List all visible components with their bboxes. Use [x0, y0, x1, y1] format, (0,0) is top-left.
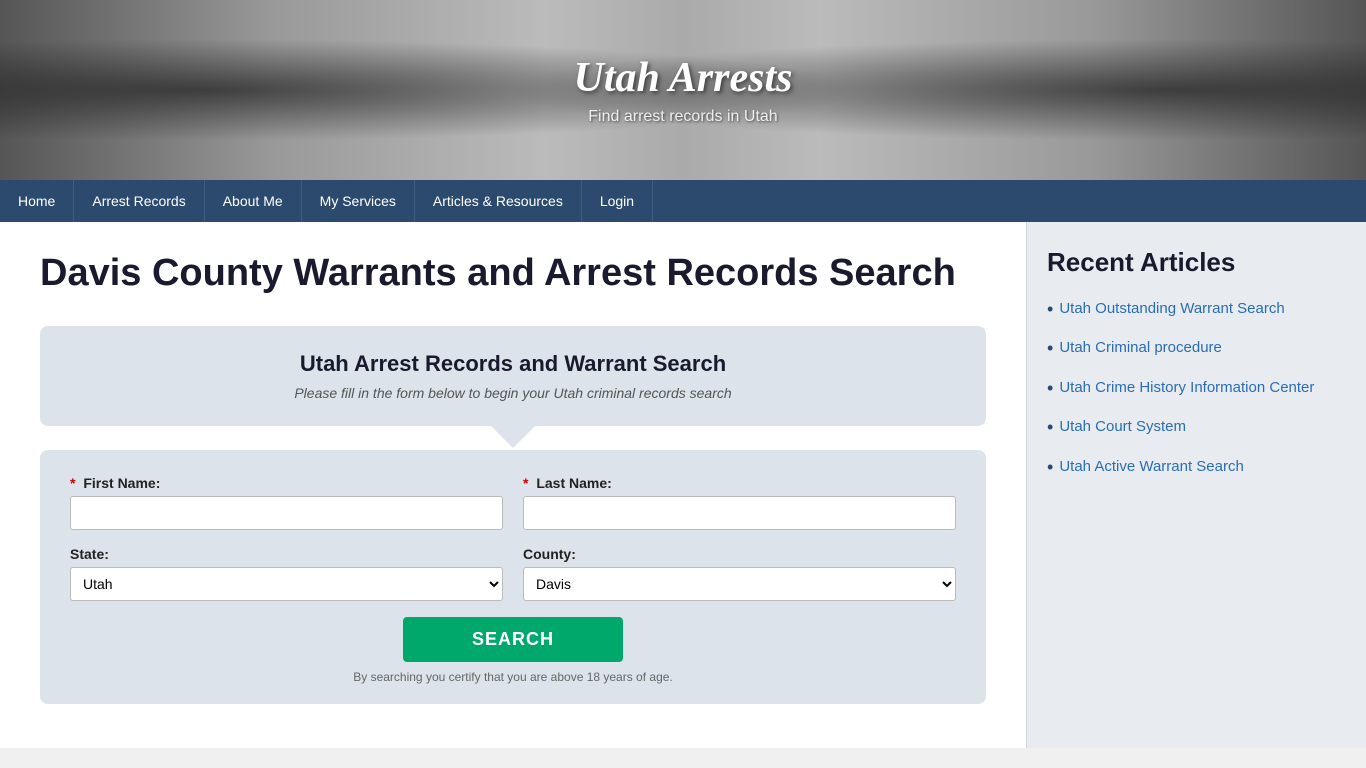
sidebar-link-active-warrant[interactable]: Utah Active Warrant Search: [1059, 456, 1244, 477]
first-name-group: * First Name:: [70, 475, 503, 530]
search-form-area: * First Name: * Last Name: State:: [40, 450, 986, 704]
search-box-subtitle: Please fill in the form below to begin y…: [70, 385, 956, 401]
list-item: • Utah Outstanding Warrant Search: [1047, 298, 1346, 321]
nav-item-articles-resources[interactable]: Articles & Resources: [415, 180, 582, 222]
required-star-first: *: [70, 475, 75, 491]
search-box-title: Utah Arrest Records and Warrant Search: [70, 351, 956, 377]
state-label: State:: [70, 546, 503, 562]
search-button[interactable]: SEARCH: [403, 617, 623, 662]
location-row: State: Utah Alabama Alaska Arizona Count…: [70, 546, 956, 601]
sidebar-link-criminal-procedure[interactable]: Utah Criminal procedure: [1059, 337, 1222, 358]
main-content: Davis County Warrants and Arrest Records…: [0, 222, 1026, 748]
bullet-icon: •: [1047, 456, 1053, 479]
nav-item-my-services[interactable]: My Services: [302, 180, 415, 222]
county-group: County: Davis Salt Lake Utah Weber: [523, 546, 956, 601]
list-item: • Utah Crime History Information Center: [1047, 377, 1346, 400]
bullet-icon: •: [1047, 337, 1053, 360]
county-label: County:: [523, 546, 956, 562]
list-item: • Utah Court System: [1047, 416, 1346, 439]
recent-articles-list: • Utah Outstanding Warrant Search • Utah…: [1047, 298, 1346, 479]
bullet-icon: •: [1047, 298, 1053, 321]
site-subtitle: Find arrest records in Utah: [573, 108, 792, 126]
last-name-group: * Last Name:: [523, 475, 956, 530]
header-content: Utah Arrests Find arrest records in Utah: [573, 54, 792, 126]
pointer-down: [491, 426, 535, 448]
bullet-icon: •: [1047, 377, 1053, 400]
form-disclaimer: By searching you certify that you are ab…: [70, 670, 956, 684]
sidebar-link-crime-history[interactable]: Utah Crime History Information Center: [1059, 377, 1314, 398]
first-name-label-text: First Name:: [83, 475, 160, 491]
site-title: Utah Arrests: [573, 54, 792, 102]
state-group: State: Utah Alabama Alaska Arizona: [70, 546, 503, 601]
required-star-last: *: [523, 475, 528, 491]
site-header: Utah Arrests Find arrest records in Utah: [0, 0, 1366, 180]
sidebar-link-court-system[interactable]: Utah Court System: [1059, 416, 1186, 437]
nav-item-arrest-records[interactable]: Arrest Records: [74, 180, 204, 222]
sidebar-link-outstanding-warrant[interactable]: Utah Outstanding Warrant Search: [1059, 298, 1284, 319]
last-name-label: * Last Name:: [523, 475, 956, 491]
last-name-label-text: Last Name:: [536, 475, 611, 491]
first-name-label: * First Name:: [70, 475, 503, 491]
name-row: * First Name: * Last Name:: [70, 475, 956, 530]
page-heading: Davis County Warrants and Arrest Records…: [40, 252, 986, 296]
main-layout: Davis County Warrants and Arrest Records…: [0, 222, 1366, 748]
last-name-input[interactable]: [523, 496, 956, 530]
bullet-icon: •: [1047, 416, 1053, 439]
main-navigation: Home Arrest Records About Me My Services…: [0, 180, 1366, 222]
state-select[interactable]: Utah Alabama Alaska Arizona: [70, 567, 503, 601]
sidebar-title: Recent Articles: [1047, 247, 1346, 278]
search-box-header: Utah Arrest Records and Warrant Search P…: [40, 326, 986, 426]
first-name-input[interactable]: [70, 496, 503, 530]
sidebar: Recent Articles • Utah Outstanding Warra…: [1026, 222, 1366, 748]
nav-item-about-me[interactable]: About Me: [205, 180, 302, 222]
county-select[interactable]: Davis Salt Lake Utah Weber: [523, 567, 956, 601]
nav-item-home[interactable]: Home: [0, 180, 74, 222]
nav-item-login[interactable]: Login: [582, 180, 653, 222]
list-item: • Utah Criminal procedure: [1047, 337, 1346, 360]
list-item: • Utah Active Warrant Search: [1047, 456, 1346, 479]
